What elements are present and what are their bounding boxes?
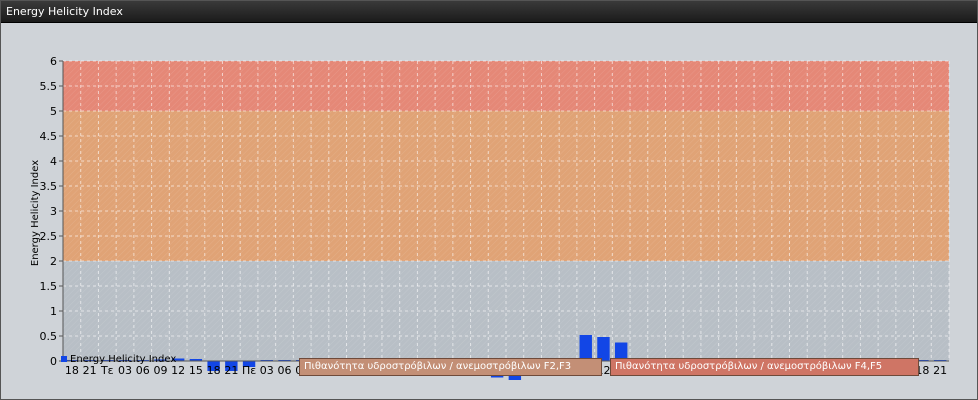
y-tick-label-3: 1.5 — [40, 280, 58, 293]
band-legend-f2f3: Πιθανότητα υδροστρόβιλων / ανεμοστρόβιλω… — [299, 358, 602, 376]
x-tick-label-1: 21 — [83, 364, 97, 377]
series-legend-swatch — [61, 356, 67, 362]
x-tick-label-8: 18 — [207, 364, 221, 377]
y-tick-label-6: 3 — [50, 205, 57, 218]
x-tick-label-4: 06 — [136, 364, 150, 377]
x-tick-label-3: 03 — [118, 364, 132, 377]
x-tick-label-49: 21 — [933, 364, 947, 377]
y-axis-label: Energy Helicity Index — [30, 160, 41, 266]
y-tick-label-0: 0 — [50, 355, 57, 368]
y-tick-label-9: 4.5 — [40, 130, 58, 143]
series-legend: Energy Helicity Index — [61, 354, 176, 365]
x-tick-label-11: 03 — [260, 364, 274, 377]
window-title: Energy Helicity Index — [6, 5, 123, 18]
y-tick-label-1: 0.5 — [40, 330, 58, 343]
y-tick-label-8: 4 — [50, 155, 57, 168]
x-tick-label-6: 12 — [171, 364, 185, 377]
y-tick-label-11: 5.5 — [40, 80, 58, 93]
chart-plot: 00.511.522.533.544.555.56 18 21 Τε 03 06 09 12… — [30, 55, 950, 380]
y-tick-label-2: 1 — [50, 305, 57, 318]
x-tick-label-2: Τε — [100, 364, 114, 377]
y-tick-label-12: 6 — [50, 55, 57, 68]
window-titlebar: Energy Helicity Index — [1, 1, 977, 23]
y-tick-label-5: 2.5 — [40, 230, 58, 243]
band-legend-f4f5: Πιθανότητα υδροστρόβιλων / ανεμοστρόβιλω… — [610, 358, 919, 376]
x-tick-label-0: 18 — [65, 364, 79, 377]
x-tick-label-9: 21 — [224, 364, 238, 377]
y-tick-label-10: 5 — [50, 105, 57, 118]
chart-window: Energy Helicity Index 0 0.5 1 1.5 2 2.5 3 3.5 4 4… — [0, 0, 978, 400]
x-tick-label-7: 15 — [189, 364, 203, 377]
series-legend-label: Energy Helicity Index — [70, 354, 177, 365]
x-tick-label-12: 06 — [278, 364, 292, 377]
x-tick-label-5: 09 — [153, 364, 167, 377]
y-tick-label-7: 3.5 — [40, 180, 58, 193]
y-tick-label-4: 2 — [50, 255, 57, 268]
x-tick-label-10: Πε — [242, 364, 256, 377]
